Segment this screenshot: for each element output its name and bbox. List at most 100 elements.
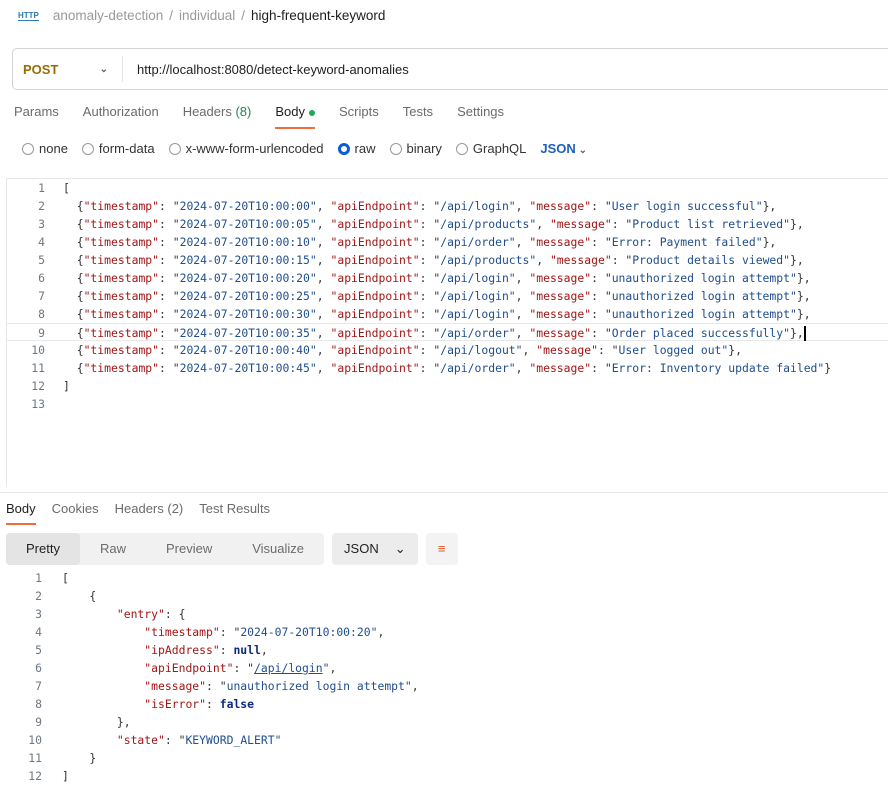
line-number: 8	[35, 697, 42, 711]
line-text: {	[42, 587, 96, 605]
punct: : "	[591, 361, 612, 375]
tab-scripts[interactable]: Scripts	[339, 104, 379, 129]
punct: {	[62, 589, 97, 603]
json-key: "apiEndpoint"	[330, 361, 420, 375]
body-type-options: none form-data x-www-form-urlencoded raw bin…	[22, 141, 587, 156]
line-number: 12	[28, 769, 42, 783]
punct: "	[755, 199, 763, 213]
punct: ]	[62, 769, 69, 783]
view-pretty[interactable]: Pretty	[6, 533, 80, 565]
response-tab-headers[interactable]: Headers (2)	[115, 501, 184, 525]
punct: "	[309, 326, 317, 340]
view-visualize[interactable]: Visualize	[232, 533, 324, 565]
body-indicator-dot	[308, 109, 315, 116]
punct: },	[728, 343, 742, 357]
line-text: "timestamp": "2024-07-20T10:00:20",	[42, 623, 384, 641]
punct: : "	[233, 661, 255, 675]
line-number: 7	[38, 289, 45, 303]
breadcrumb-collection[interactable]: anomaly-detection	[53, 8, 163, 23]
punct: ,	[316, 217, 331, 231]
punct: "	[309, 289, 317, 303]
json-key: "timestamp"	[83, 289, 160, 303]
line-text: }	[42, 749, 96, 767]
punct: ,	[316, 289, 331, 303]
request-name[interactable]: high-frequent-keyword	[251, 8, 385, 23]
body-format-select[interactable]: JSON ⌄	[540, 141, 587, 156]
punct: "	[790, 271, 797, 285]
punct: },	[796, 271, 811, 285]
method-select[interactable]: POST ⌄	[13, 56, 123, 82]
endpoint-link[interactable]: /api/login	[254, 661, 323, 675]
tab-body[interactable]: Body	[275, 104, 315, 129]
punct: : "	[159, 343, 180, 357]
punct: ,	[515, 326, 530, 340]
response-format-select[interactable]: JSON ⌄	[332, 533, 418, 565]
punct: : "	[159, 199, 180, 213]
tab-headers-label: Headers	[182, 104, 232, 119]
json-value: null	[233, 643, 261, 657]
json-value: User login successful	[611, 199, 756, 213]
json-value: Error: Inventory update failed	[611, 361, 818, 375]
punct: : "	[419, 307, 441, 321]
code-line: 7 "message": "unauthorized login attempt…	[0, 677, 888, 695]
json-value: /api/products	[440, 253, 530, 267]
punct: }	[824, 361, 832, 375]
line-number: 2	[35, 589, 42, 603]
punct: ,	[515, 199, 530, 213]
line-number: 3	[35, 607, 42, 621]
punct: "	[309, 271, 317, 285]
punct: ,	[515, 307, 530, 321]
json-value: 2024-07-20T10:00:05	[179, 217, 310, 231]
line-text: "entry": {	[42, 605, 186, 623]
json-key: "apiEndpoint"	[330, 343, 420, 357]
line-number: 1	[35, 571, 42, 585]
radio-graphql[interactable]: GraphQL	[455, 141, 526, 156]
text-cursor	[803, 326, 806, 341]
punct: ,	[377, 625, 385, 639]
json-key: "timestamp"	[83, 271, 160, 285]
response-tab-cookies[interactable]: Cookies	[52, 501, 99, 525]
json-key: "message"	[549, 253, 612, 267]
line-text: ]	[45, 377, 70, 395]
radio-raw[interactable]: raw	[337, 141, 376, 156]
punct: ,	[515, 289, 530, 303]
code-line: 3 "entry": {	[0, 605, 888, 623]
punct: "apiEndpoint"	[62, 661, 234, 675]
wrap-lines-icon[interactable]: ≡	[425, 533, 458, 565]
view-raw[interactable]: Raw	[80, 533, 146, 565]
request-body-editor[interactable]: 1[2 {"timestamp": "2024-07-20T10:00:00",…	[6, 178, 888, 486]
radio-binary[interactable]: binary	[389, 141, 442, 156]
tab-authorization[interactable]: Authorization	[83, 104, 159, 129]
radio-button-icon	[168, 142, 181, 155]
format-label: JSON	[540, 141, 576, 156]
json-value: unauthorized login attempt	[611, 271, 790, 285]
radio-none[interactable]: none	[22, 141, 68, 156]
json-key: "apiEndpoint"	[330, 271, 420, 285]
response-tab-body[interactable]: Body	[6, 501, 36, 525]
url-input[interactable]: http://localhost:8080/detect-keyword-ano…	[123, 62, 409, 77]
radio-x-www-form-urlencoded[interactable]: x-www-form-urlencoded	[168, 141, 324, 156]
format-label: JSON	[344, 541, 379, 556]
tab-tests[interactable]: Tests	[403, 104, 433, 129]
view-preview[interactable]: Preview	[146, 533, 232, 565]
json-key: "message"	[529, 361, 592, 375]
breadcrumb-folder[interactable]: individual	[179, 8, 235, 23]
radio-form-data[interactable]: form-data	[81, 141, 155, 156]
line-text: {"timestamp": "2024-07-20T10:00:35", "ap…	[45, 324, 806, 341]
response-tab-test-results[interactable]: Test Results	[199, 501, 270, 525]
tab-settings[interactable]: Settings	[457, 104, 504, 129]
punct: ,	[536, 217, 550, 231]
json-key: "message"	[529, 235, 592, 249]
line-text: ]	[42, 767, 69, 785]
tab-headers[interactable]: Headers (8)	[183, 104, 252, 129]
punct: : "	[164, 733, 186, 747]
punct: ,	[316, 326, 331, 340]
tab-params[interactable]: Params	[14, 104, 59, 129]
json-key: "message"	[529, 271, 592, 285]
punct: : "	[159, 235, 180, 249]
headers-count: (8)	[235, 104, 252, 119]
punct: },	[790, 253, 804, 267]
punct: : "	[159, 289, 180, 303]
punct: {	[63, 253, 84, 267]
divider[interactable]	[0, 492, 888, 493]
